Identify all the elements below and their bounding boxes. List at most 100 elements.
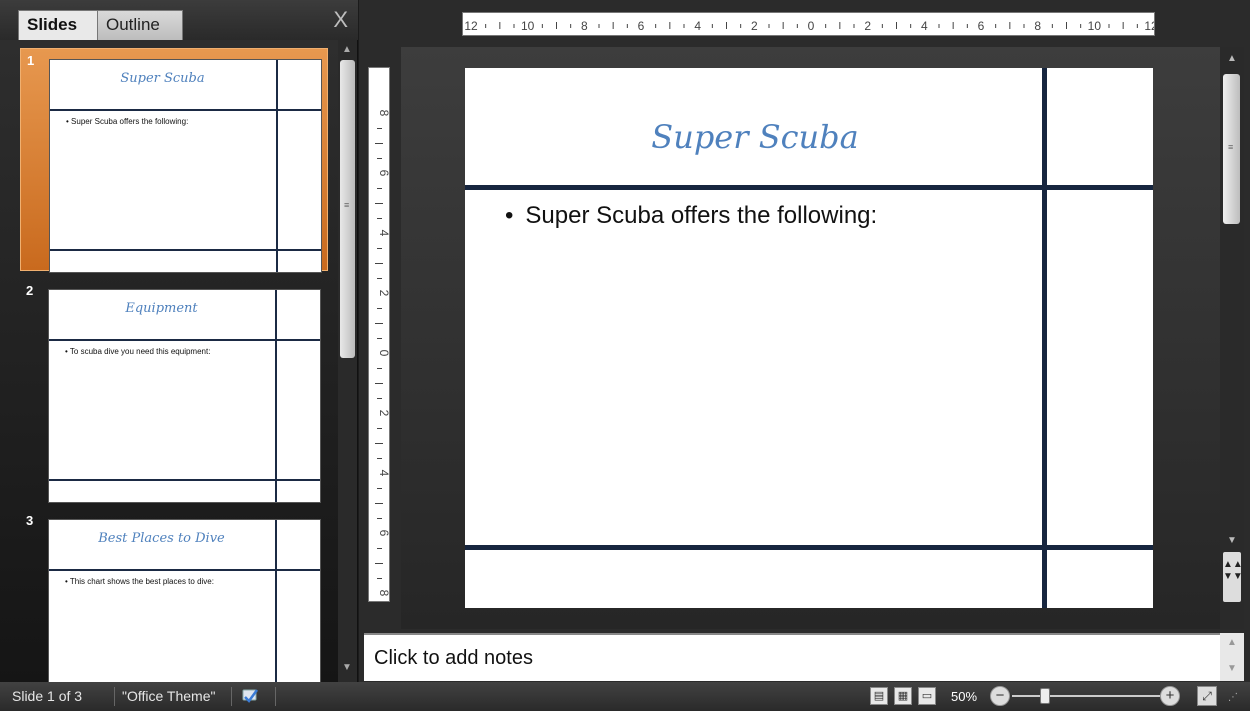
- ruler-tick: [377, 428, 382, 429]
- ruler-tick: [1009, 22, 1011, 29]
- ruler-tick: [711, 24, 713, 28]
- scroll-up-icon[interactable]: ▲: [342, 44, 352, 55]
- ruler-tick: [626, 24, 628, 28]
- ruler-label: 2: [751, 19, 758, 33]
- ruler-tick: [375, 263, 383, 264]
- scrollbar-thumb[interactable]: ≡: [340, 60, 355, 358]
- ruler-tick: [612, 22, 614, 29]
- slide-number: 2: [26, 283, 34, 298]
- scroll-up-icon[interactable]: ▲: [1227, 637, 1237, 648]
- ruler-tick: [377, 308, 382, 309]
- slideshow-icon[interactable]: ▭: [918, 687, 936, 705]
- scroll-down-icon[interactable]: ▼: [342, 662, 352, 673]
- ruler-tick: [375, 323, 383, 324]
- ruler-label: 10: [1088, 19, 1102, 33]
- ruler-tick: [499, 22, 501, 29]
- ruler-tick: [1080, 24, 1082, 28]
- previous-slide-icon[interactable]: ▲▲: [1223, 559, 1243, 571]
- prev-next-slide-buttons[interactable]: ▲▲ ▼▼: [1223, 552, 1243, 602]
- ruler-tick: [683, 24, 685, 28]
- slide-thumbnail-3[interactable]: 3 Best Places to Dive • This chart shows…: [20, 509, 328, 682]
- close-icon[interactable]: X: [333, 8, 348, 32]
- slide-counter: Slide 1 of 3: [12, 688, 83, 704]
- tab-slides[interactable]: Slides: [18, 10, 98, 40]
- ruler-tick: [995, 24, 997, 28]
- divider-line: [49, 569, 320, 571]
- zoom-level[interactable]: 50%: [951, 689, 977, 704]
- ruler-tick: [377, 158, 382, 159]
- slides-pane: Outline Slides X 1 Super Scuba • Super S…: [0, 0, 358, 682]
- divider-line: [465, 545, 1153, 550]
- ruler-tick: [782, 22, 784, 29]
- scroll-down-icon[interactable]: ▼: [1227, 535, 1237, 546]
- theme-name[interactable]: "Office Theme": [122, 688, 215, 704]
- slide-scrollbar[interactable]: ▲ ≡ ▼ ▲▲ ▼▼: [1220, 47, 1244, 629]
- slide-preview-title: Equipment: [125, 301, 198, 316]
- divider-line: [49, 479, 320, 481]
- horizontal-ruler: 12 10 8 6 4 2 0 2 4 6 8 10 12: [462, 12, 1155, 36]
- slide-preview[interactable]: Equipment • To scuba dive you need this …: [48, 289, 321, 503]
- slide-preview[interactable]: Super Scuba • Super Scuba offers the fol…: [49, 59, 322, 273]
- scrollbar-thumb[interactable]: ≡: [1223, 74, 1240, 224]
- current-slide[interactable]: Super Scuba • Super Scuba offers the foll…: [465, 68, 1153, 608]
- tab-outline[interactable]: Outline: [95, 10, 183, 40]
- status-bar: Slide 1 of 3 "Office Theme" ▤ ▦ ▭ 50% − …: [0, 682, 1250, 711]
- slide-preview-title: Super Scuba: [120, 71, 205, 86]
- normal-view-icon[interactable]: ▤: [870, 687, 888, 705]
- thumbnail-scrollbar[interactable]: ▲ ≡ ▼: [338, 40, 357, 682]
- zoom-in-icon[interactable]: +: [1160, 686, 1180, 706]
- slide-preview[interactable]: Best Places to Dive • This chart shows t…: [48, 519, 321, 682]
- zoom-slider-handle[interactable]: [1039, 688, 1050, 704]
- divider-line: [275, 290, 277, 502]
- ruler-tick: [375, 563, 383, 564]
- divider-line: [50, 109, 321, 111]
- ruler-tick: [513, 24, 515, 28]
- slide-thumbnail-list: 1 Super Scuba • Super Scuba offers the f…: [0, 40, 338, 682]
- zoom-track[interactable]: [1012, 695, 1160, 697]
- ruler-tick: [541, 24, 543, 28]
- ruler-tick: [485, 24, 487, 28]
- fit-window-icon[interactable]: ⤢: [1197, 686, 1217, 706]
- ruler-tick: [726, 22, 727, 29]
- resize-grip-icon[interactable]: ⋰: [1228, 692, 1238, 703]
- ruler-tick: [1108, 24, 1110, 28]
- bullet-text: Super Scuba offers the following:: [525, 202, 878, 229]
- horizontal-ruler-ticks: 12 10 8 6 4 2 0 2 4 6 8 10 12: [464, 19, 1154, 33]
- scroll-down-icon[interactable]: ▼: [1227, 663, 1237, 674]
- ruler-tick: [825, 24, 827, 28]
- ruler-tick: [375, 443, 383, 444]
- ruler-tick: [1051, 24, 1053, 28]
- ruler-tick: [556, 22, 557, 29]
- ruler-label: 12: [464, 19, 478, 33]
- spell-check-icon[interactable]: [240, 686, 260, 706]
- ruler-tick: [669, 22, 671, 29]
- notes-scrollbar[interactable]: ▲ ▼: [1220, 633, 1244, 681]
- ruler-tick: [1136, 24, 1138, 28]
- slide-preview-bullet: • This chart shows the best places to di…: [65, 577, 214, 586]
- divider-line: [49, 339, 320, 341]
- zoom-out-icon[interactable]: −: [990, 686, 1010, 706]
- ruler-tick: [1066, 22, 1067, 29]
- scroll-up-icon[interactable]: ▲: [1227, 53, 1237, 64]
- divider-line: [50, 249, 321, 251]
- ruler-label: 2: [864, 19, 871, 33]
- ruler-tick: [896, 22, 897, 29]
- status-divider: [275, 687, 276, 706]
- ruler-tick: [377, 128, 382, 129]
- ruler-tick: [377, 248, 382, 249]
- slide-title[interactable]: Super Scuba: [465, 118, 1045, 156]
- ruler-label: 0: [377, 350, 390, 357]
- ruler-label: 8: [377, 590, 390, 597]
- ruler-label: 4: [377, 470, 390, 477]
- slide-thumbnail-2[interactable]: 2 Equipment • To scuba dive you need thi…: [20, 279, 328, 503]
- slide-body-text[interactable]: • Super Scuba offers the following:: [505, 202, 877, 230]
- ruler-label: 4: [377, 230, 390, 237]
- next-slide-icon[interactable]: ▼▼: [1223, 571, 1243, 583]
- ruler-tick: [839, 22, 841, 29]
- slide-preview-bullet: • Super Scuba offers the following:: [66, 117, 189, 126]
- status-divider: [231, 687, 232, 706]
- notes-pane[interactable]: Click to add notes: [364, 633, 1220, 681]
- slide-thumbnail-1[interactable]: 1 Super Scuba • Super Scuba offers the f…: [20, 48, 328, 273]
- ruler-tick: [377, 218, 382, 219]
- slide-sorter-icon[interactable]: ▦: [894, 687, 912, 705]
